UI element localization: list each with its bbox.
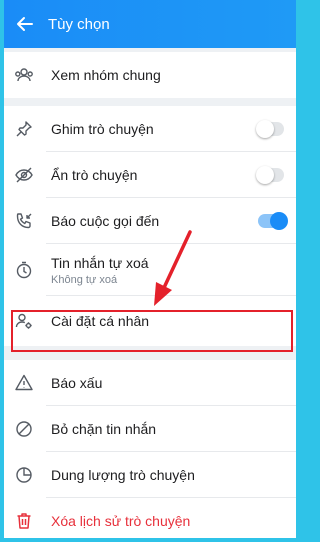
- section-group: Xem nhóm chung: [4, 52, 296, 98]
- menu-item-pin-chat[interactable]: Ghim trò chuyện: [4, 106, 296, 152]
- menu-item-storage[interactable]: Dung lượng trò chuyện: [4, 452, 296, 498]
- menu-item-report[interactable]: Báo xấu: [4, 360, 296, 406]
- menu-item-label: Bỏ chặn tin nhắn: [51, 421, 157, 437]
- menu-item-label: Báo xấu: [51, 375, 103, 391]
- toggle-knob: [256, 166, 274, 184]
- block-icon: [11, 416, 37, 442]
- eye-off-icon: [11, 162, 37, 188]
- menu-item-auto-delete[interactable]: Tin nhắn tự xoá Không tự xoá: [4, 244, 296, 296]
- menu-item-label: Cài đặt cá nhân: [51, 313, 150, 329]
- phone-incoming-icon: [11, 208, 37, 234]
- section-actions: Báo xấu Bỏ chặn tin nhắn Dung lượng trò …: [4, 360, 296, 538]
- trash-icon: [11, 508, 37, 534]
- menu-item-view-groups[interactable]: Xem nhóm chung: [4, 52, 296, 98]
- section-chat-options: Ghim trò chuyện Ẩn trò chuyện Báo cuộc g…: [4, 106, 296, 346]
- back-button[interactable]: [6, 0, 44, 48]
- incoming-call-toggle[interactable]: [258, 212, 288, 230]
- menu-item-label: Ẩn trò chuyện: [51, 167, 138, 183]
- pin-icon: [11, 116, 37, 142]
- header-bar: Tùy chọn: [4, 0, 296, 48]
- menu-item-label: Xem nhóm chung: [51, 67, 161, 83]
- menu-item-label: Dung lượng trò chuyện: [51, 467, 195, 483]
- page-title: Tùy chọn: [48, 15, 110, 33]
- app-frame: Tùy chọn Xem nhóm chung Ghim trò chuyện: [4, 0, 296, 538]
- menu-item-delete-history[interactable]: Xóa lịch sử trò chuyện: [4, 498, 296, 538]
- users-group-icon: [11, 62, 37, 88]
- menu-item-hide-chat[interactable]: Ẩn trò chuyện: [4, 152, 296, 198]
- menu-item-label: Xóa lịch sử trò chuyện: [51, 513, 191, 529]
- toggle-knob: [256, 120, 274, 138]
- timer-icon: [11, 257, 37, 283]
- user-settings-icon: [11, 308, 37, 334]
- menu-item-label: Tin nhắn tự xoá: [51, 254, 149, 271]
- menu-item-personal-settings[interactable]: Cài đặt cá nhân: [4, 296, 296, 346]
- toggle-knob: [270, 212, 288, 230]
- menu-item-unblock[interactable]: Bỏ chặn tin nhắn: [4, 406, 296, 452]
- pie-chart-icon: [11, 462, 37, 488]
- menu-item-sublabel: Không tự xoá: [51, 273, 118, 286]
- back-arrow-icon: [17, 17, 33, 31]
- menu-item-incoming-call[interactable]: Báo cuộc gọi đến: [4, 198, 296, 244]
- menu-item-label: Báo cuộc gọi đến: [51, 213, 160, 229]
- pin-chat-toggle[interactable]: [256, 120, 284, 138]
- hide-chat-toggle[interactable]: [256, 166, 284, 184]
- menu-item-label: Ghim trò chuyện: [51, 121, 154, 137]
- warning-icon: [11, 370, 37, 396]
